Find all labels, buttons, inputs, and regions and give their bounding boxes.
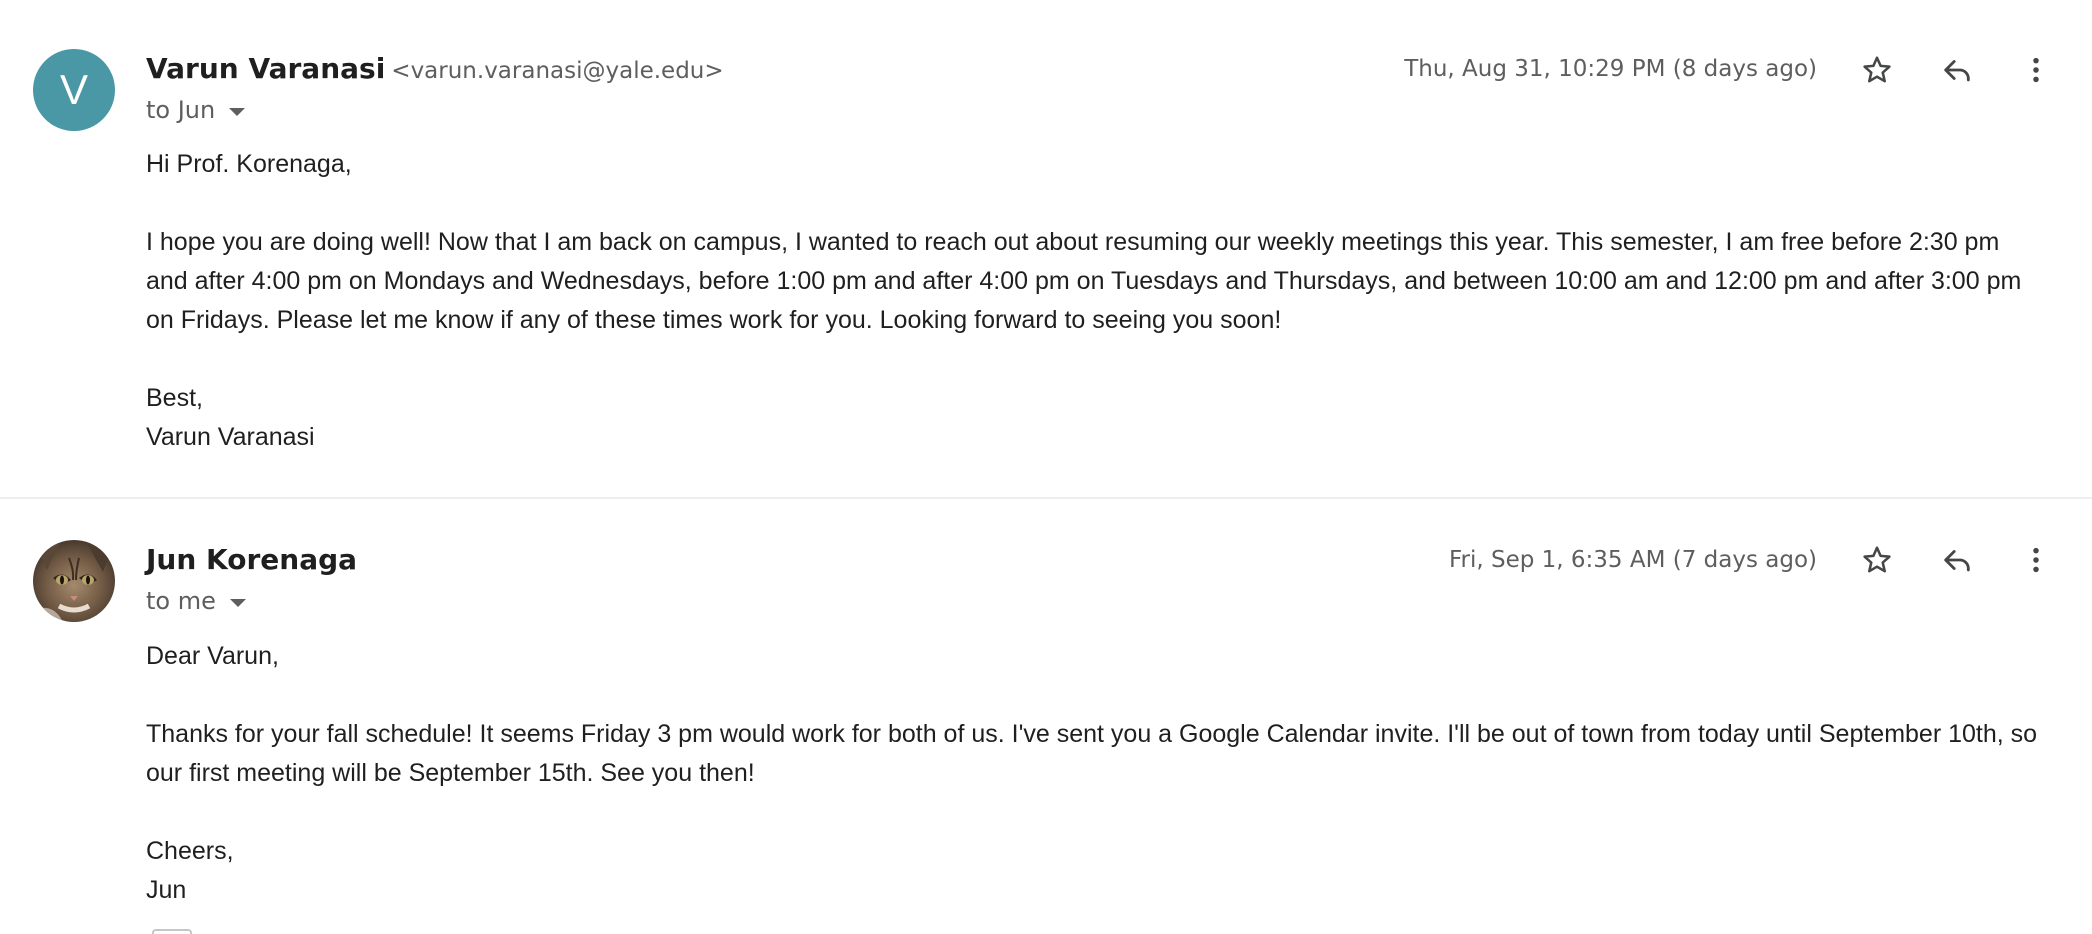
sender-avatar[interactable]: V (33, 49, 115, 131)
more-vert-icon (2033, 57, 2039, 83)
cat-photo-avatar[interactable] (33, 540, 115, 622)
caret-down-icon (229, 598, 246, 607)
email-message: Jun Korenaga to me Fri, Sep 1, 6:35 AM (… (0, 499, 2092, 934)
more-options-button[interactable] (2012, 536, 2060, 584)
message-signature: Varun Varanasi (146, 423, 315, 451)
more-vert-icon (2033, 547, 2039, 573)
message-signature: Jun (146, 876, 187, 904)
message-greeting: Dear Varun, (146, 642, 279, 670)
reply-icon (1944, 550, 1970, 572)
star-button[interactable] (1853, 536, 1901, 584)
message-body: Hi Prof. Korenaga, I hope you are doing … (146, 145, 2046, 457)
message-body: Dear Varun, Thanks for your fall schedul… (146, 637, 2046, 910)
reply-button[interactable] (1933, 536, 1981, 584)
star-icon (1863, 546, 1891, 573)
message-timestamp: Thu, Aug 31, 10:29 PM (8 days ago) (1404, 56, 1817, 82)
sender-email: <varun.varanasi@yale.edu> (391, 58, 724, 84)
message-signoff: Best, (146, 384, 203, 412)
message-greeting: Hi Prof. Korenaga, (146, 150, 352, 178)
message-timestamp: Fri, Sep 1, 6:35 AM (7 days ago) (1448, 547, 1817, 573)
recipient-label: to Jun (146, 96, 216, 124)
sender-name[interactable]: Varun Varanasi (146, 52, 385, 85)
reply-button[interactable] (1933, 46, 1981, 94)
message-paragraph: Thanks for your fall schedule! It seems … (146, 720, 2038, 787)
more-content-hint (152, 929, 192, 934)
recipient-toggle[interactable]: to me (146, 587, 246, 615)
recipient-label: to me (146, 587, 216, 615)
reply-icon (1944, 60, 1970, 82)
avatar-letter: V (59, 66, 88, 113)
sender-name[interactable]: Jun Korenaga (146, 543, 357, 576)
star-icon (1863, 56, 1891, 83)
cat-photo-icon (33, 540, 115, 622)
more-options-button[interactable] (2012, 46, 2060, 94)
sender-line: Jun Korenaga (146, 543, 357, 576)
caret-down-icon (229, 107, 246, 116)
email-thread: V Varun Varanasi <varun.varanasi@yale.edu… (0, 0, 2092, 934)
star-button[interactable] (1853, 46, 1901, 94)
message-paragraph: I hope you are doing well! Now that I am… (146, 228, 2022, 334)
recipient-toggle[interactable]: to Jun (146, 96, 246, 124)
message-signoff: Cheers, (146, 837, 234, 865)
email-message: V Varun Varanasi <varun.varanasi@yale.edu… (0, 0, 2092, 497)
sender-line: Varun Varanasi <varun.varanasi@yale.edu> (146, 52, 724, 85)
